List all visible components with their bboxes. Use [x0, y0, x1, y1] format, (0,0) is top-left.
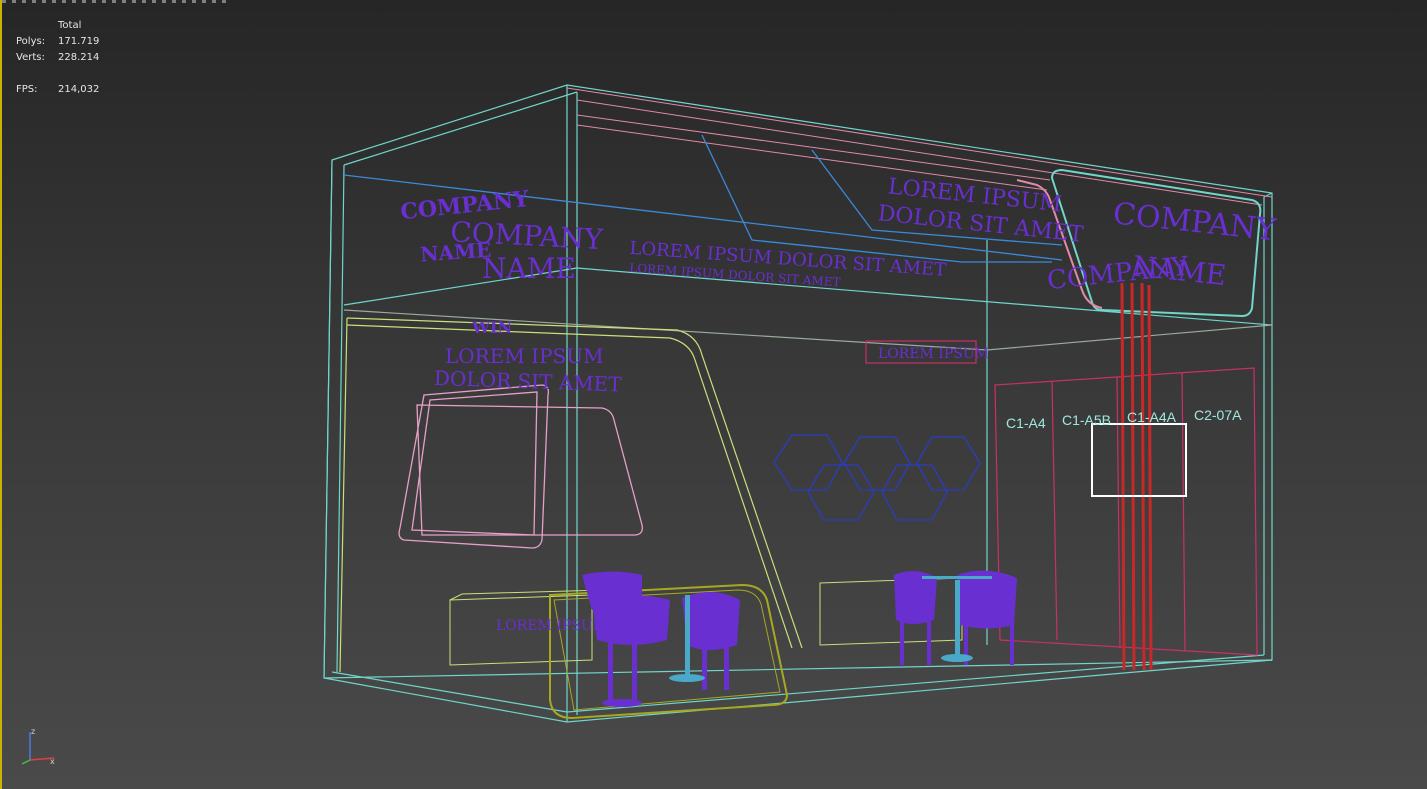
left-wall-text1: LOREM IPSUM [445, 344, 604, 368]
axis-gizmo: z x [21, 727, 55, 766]
small-sign-text: LOREM IPSUM [878, 346, 989, 362]
left-small-mark: WIN [471, 318, 512, 337]
z-axis-label: z [31, 727, 35, 736]
counter-text: LOREM IPSUM [496, 618, 607, 634]
y-axis-line [21, 759, 31, 765]
wireframe-scene[interactable]: COMPANY NAME COMPANY NAME WIN LOREM IPSU… [2, 0, 1427, 789]
left-logo-name: NAME [482, 252, 576, 285]
red-columns [1120, 282, 1153, 671]
door-label-3: C1-A4A [1127, 409, 1177, 425]
tv-screen [1091, 423, 1187, 497]
3d-viewport[interactable]: Total Polys: 171.719 Verts: 228.214 FPS: 21… [0, 0, 1427, 789]
door-label-1: C1-A4 [1006, 415, 1046, 431]
wall-texts: COMPANY NAME COMPANY NAME WIN LOREM IPSU… [399, 174, 1278, 634]
door-label-2: C1-A5B [1062, 412, 1111, 428]
door-label-4: C2-07A [1194, 407, 1242, 423]
x-axis-label: x [50, 757, 55, 766]
chairs-left [582, 571, 740, 707]
right-logo-alt: COMPANY [1046, 251, 1191, 296]
display-frame [398, 384, 643, 549]
hexagon-shelves [773, 434, 981, 521]
